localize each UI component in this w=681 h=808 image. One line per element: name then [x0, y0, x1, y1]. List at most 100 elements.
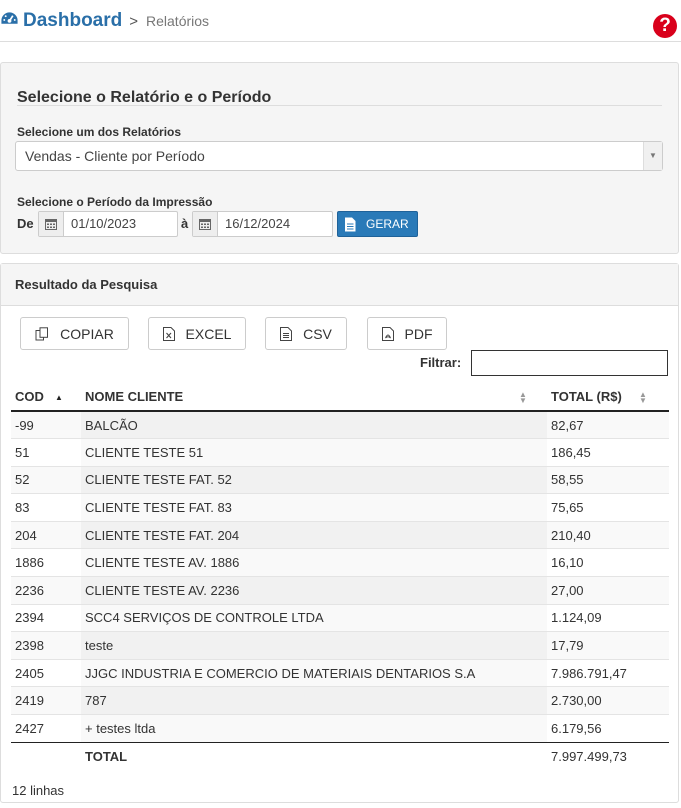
- cell-nome-cliente: CLIENTE TESTE FAT. 52: [81, 465, 547, 494]
- column-header-nome-cliente[interactable]: NOME CLIENTE ▲ ▼: [81, 382, 547, 412]
- cell-cod: 51: [11, 438, 81, 467]
- table-row[interactable]: 2236 CLIENTE TESTE AV. 2236 27,00: [11, 576, 669, 605]
- cell-total: 82,67: [547, 410, 669, 439]
- cell-cod: 2236: [11, 576, 81, 605]
- report-label: Selecione um dos Relatórios: [17, 125, 182, 139]
- excel-file-icon: [162, 326, 175, 341]
- cell-nome-cliente: + testes ltda: [81, 714, 547, 743]
- cell-nome-cliente: CLIENTE TESTE FAT. 83: [81, 493, 547, 522]
- breadcrumb: Dashboard > Relatórios: [0, 8, 209, 32]
- cell-nome-cliente: CLIENTE TESTE 51: [81, 438, 547, 467]
- pdf-file-icon: [381, 326, 394, 341]
- document-icon: [345, 217, 356, 231]
- cell-cod: 1886: [11, 548, 81, 577]
- row-count: 12 linhas: [12, 783, 65, 798]
- results-title: Resultado da Pesquisa: [1, 264, 678, 306]
- csv-button[interactable]: CSV: [265, 317, 347, 350]
- cell-nome-cliente: CLIENTE TESTE AV. 1886: [81, 548, 547, 577]
- breadcrumb-dashboard-link[interactable]: Dashboard: [23, 10, 122, 32]
- cell-total: 1.124,09: [547, 603, 669, 632]
- total-value: 7.997.499,73: [547, 741, 669, 771]
- table-row[interactable]: -99 BALCÃO 82,67: [11, 410, 669, 439]
- cell-cod: 2427: [11, 714, 81, 743]
- sort-ascending-icon: ▲: [55, 393, 63, 402]
- period-label: Selecione o Período da Impressão: [17, 195, 213, 209]
- total-label: TOTAL: [81, 741, 547, 771]
- table-row[interactable]: 52 CLIENTE TESTE FAT. 52 58,55: [11, 465, 669, 494]
- cell-total: 186,45: [547, 438, 669, 467]
- generate-button[interactable]: GERAR: [337, 211, 418, 237]
- to-date-value[interactable]: 16/12/2024: [218, 212, 290, 236]
- table-row[interactable]: 2427 + testes ltda 6.179,56: [11, 714, 669, 743]
- divider: [17, 105, 662, 106]
- cell-nome-cliente: JJGC INDUSTRIA E COMERCIO DE MATERIAIS D…: [81, 658, 547, 687]
- from-date-field[interactable]: 01/10/2023: [38, 211, 178, 237]
- copy-button-label: COPIAR: [60, 325, 114, 342]
- cell-total: 17,79: [547, 631, 669, 660]
- filter-label: Filtrar:: [420, 355, 462, 370]
- csv-button-label: CSV: [303, 325, 332, 342]
- total-spacer: [11, 741, 81, 771]
- report-selection-panel: Selecione o Relatório e o Período Seleci…: [0, 62, 679, 254]
- cell-cod: 2398: [11, 631, 81, 660]
- cell-total: 210,40: [547, 520, 669, 549]
- cell-nome-cliente: CLIENTE TESTE AV. 2236: [81, 576, 547, 605]
- generate-button-label: GERAR: [366, 217, 409, 231]
- breadcrumb-current: Relatórios: [146, 13, 210, 29]
- to-label: à: [181, 216, 189, 231]
- breadcrumb-separator: >: [129, 13, 139, 30]
- cell-cod: 2419: [11, 686, 81, 715]
- copy-button[interactable]: COPIAR: [20, 317, 129, 350]
- table-row[interactable]: 2405 JJGC INDUSTRIA E COMERCIO DE MATERIA…: [11, 658, 669, 687]
- results-table: COD ▲ NOME CLIENTE ▲ ▼ TOTAL (R$) ▲ ▼ -99 B…: [11, 382, 669, 771]
- cell-total: 2.730,00: [547, 686, 669, 715]
- cell-total: 75,65: [547, 493, 669, 522]
- table-row[interactable]: 83 CLIENTE TESTE FAT. 83 75,65: [11, 493, 669, 522]
- cell-nome-cliente: SCC4 SERVIÇOS DE CONTROLE LTDA: [81, 603, 547, 632]
- calendar-icon[interactable]: [193, 212, 218, 236]
- report-select[interactable]: Vendas - Cliente por Período ▼: [15, 141, 663, 171]
- table-row[interactable]: 51 CLIENTE TESTE 51 186,45: [11, 438, 669, 467]
- copy-icon: [35, 326, 49, 340]
- pdf-button-label: PDF: [404, 325, 433, 342]
- excel-button[interactable]: EXCEL: [148, 317, 246, 350]
- pdf-button[interactable]: PDF: [367, 317, 447, 350]
- cell-total: 27,00: [547, 576, 669, 605]
- table-row[interactable]: 1886 CLIENTE TESTE AV. 1886 16,10: [11, 548, 669, 577]
- top-bar: Dashboard > Relatórios ?: [0, 0, 681, 42]
- calendar-icon[interactable]: [39, 212, 64, 236]
- csv-file-icon: [280, 326, 293, 341]
- excel-button-label: EXCEL: [185, 325, 232, 342]
- cell-nome-cliente: 787: [81, 686, 547, 715]
- chevron-down-icon[interactable]: ▼: [643, 142, 662, 170]
- results-panel: Resultado da Pesquisa COPIAR EXCEL CSV P…: [0, 263, 679, 803]
- to-date-field[interactable]: 16/12/2024: [192, 211, 333, 237]
- cell-nome-cliente: CLIENTE TESTE FAT. 204: [81, 520, 547, 549]
- cell-total: 7.986.791,47: [547, 658, 669, 687]
- cell-total: 16,10: [547, 548, 669, 577]
- cell-nome-cliente: BALCÃO: [81, 410, 547, 439]
- table-row[interactable]: 2398 teste 17,79: [11, 631, 669, 660]
- cell-total: 6.179,56: [547, 714, 669, 743]
- filter-input[interactable]: [471, 350, 668, 376]
- column-header-total[interactable]: TOTAL (R$) ▲ ▼: [547, 382, 669, 412]
- sort-icon: ▲ ▼: [639, 390, 647, 405]
- cell-cod: -99: [11, 410, 81, 439]
- from-label: De: [17, 216, 34, 231]
- table-row[interactable]: 2419 787 2.730,00: [11, 686, 669, 715]
- column-header-cod[interactable]: COD ▲: [11, 382, 81, 412]
- cell-cod: 52: [11, 465, 81, 494]
- cell-cod: 204: [11, 520, 81, 549]
- sort-icon: ▲ ▼: [519, 390, 527, 405]
- dashboard-icon: [1, 12, 18, 24]
- from-date-value[interactable]: 01/10/2023: [64, 212, 136, 236]
- cell-cod: 2394: [11, 603, 81, 632]
- cell-nome-cliente: teste: [81, 631, 547, 660]
- help-icon[interactable]: ?: [653, 14, 677, 38]
- table-row[interactable]: 2394 SCC4 SERVIÇOS DE CONTROLE LTDA 1.124,…: [11, 603, 669, 632]
- table-row[interactable]: 204 CLIENTE TESTE FAT. 204 210,40: [11, 520, 669, 549]
- cell-cod: 83: [11, 493, 81, 522]
- cell-cod: 2405: [11, 658, 81, 687]
- report-select-value: Vendas - Cliente por Período: [25, 148, 205, 164]
- cell-total: 58,55: [547, 465, 669, 494]
